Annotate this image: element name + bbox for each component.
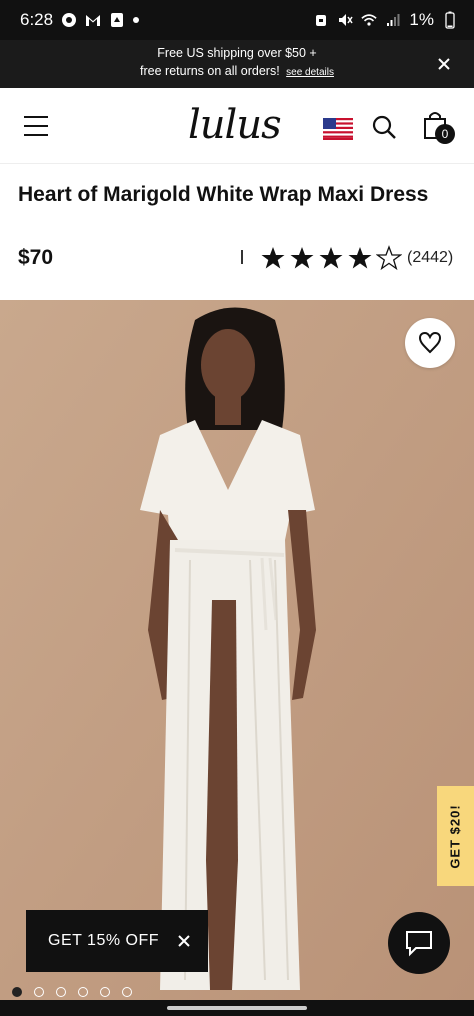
system-nav-bar xyxy=(0,1000,474,1016)
signal-icon xyxy=(385,12,401,28)
more-notifications-dot-icon xyxy=(133,17,140,23)
star-filled-icon xyxy=(290,247,314,269)
chrome-icon xyxy=(61,12,77,28)
promo-line-1: Free US shipping over $50 + xyxy=(157,46,317,60)
battery-percent: 1% xyxy=(409,10,434,29)
carousel-dots xyxy=(12,987,132,997)
wifi-icon xyxy=(361,12,378,28)
star-empty-icon xyxy=(376,245,402,271)
promo-banner: Free US shipping over $50 + free returns… xyxy=(0,40,474,88)
carousel-dot[interactable] xyxy=(78,987,88,997)
search-button[interactable] xyxy=(371,114,397,140)
home-handle[interactable] xyxy=(167,1006,307,1010)
carousel-dot[interactable] xyxy=(100,987,110,997)
menu-icon-line xyxy=(24,125,48,127)
product-image[interactable] xyxy=(0,300,474,1000)
chat-button[interactable] xyxy=(388,912,450,974)
wishlist-button[interactable] xyxy=(405,318,455,368)
heart-icon xyxy=(418,331,442,354)
alarm-icon xyxy=(313,12,329,28)
bag-count-badge: 0 xyxy=(435,124,455,144)
us-flag-icon[interactable] xyxy=(323,118,353,140)
price-rating-divider xyxy=(241,250,243,264)
rating-stars[interactable] xyxy=(260,245,402,271)
discount-popup-button[interactable]: GET 15% OFF xyxy=(26,910,208,972)
side-tab-label: GET $20! xyxy=(448,803,464,869)
carousel-dot[interactable] xyxy=(12,987,22,997)
menu-icon xyxy=(24,116,48,118)
get-20-side-tab[interactable]: GET $20! xyxy=(437,786,474,886)
carousel-dot[interactable] xyxy=(56,987,66,997)
battery-icon xyxy=(442,11,458,29)
product-price: $70 xyxy=(18,246,54,269)
close-icon xyxy=(438,58,450,70)
discount-label: GET 15% OFF xyxy=(48,932,160,949)
status-time: 6:28 xyxy=(20,10,54,29)
model-photo xyxy=(0,300,474,1000)
promo-line-2-text: free returns on all orders! xyxy=(140,64,280,78)
product-title: Heart of Marigold White Wrap Maxi Dress xyxy=(18,183,429,206)
search-icon xyxy=(372,115,396,139)
menu-button[interactable] xyxy=(24,116,48,136)
review-count[interactable]: (2442) xyxy=(407,249,453,267)
lulus-logo[interactable]: lulus xyxy=(188,102,288,148)
mute-icon xyxy=(337,12,354,28)
status-bar: 6:28 1% xyxy=(0,0,474,40)
close-discount-icon[interactable] xyxy=(174,931,194,951)
status-left: 6:28 xyxy=(20,10,140,30)
menu-icon-line xyxy=(24,134,48,136)
carousel-dot[interactable] xyxy=(34,987,44,997)
star-filled-icon xyxy=(348,247,372,269)
carousel-dot[interactable] xyxy=(122,987,132,997)
star-filled-icon xyxy=(319,247,343,269)
promo-line-2: free returns on all orders! see details xyxy=(0,62,474,82)
status-right: 1% xyxy=(313,10,458,30)
star-filled-icon xyxy=(261,247,285,269)
notification-app-icon xyxy=(109,12,125,28)
chat-icon xyxy=(406,931,432,957)
close-banner-button[interactable] xyxy=(432,52,456,76)
site-header: lulus xyxy=(0,88,474,164)
see-details-link[interactable]: see details xyxy=(286,67,334,78)
gmail-icon xyxy=(85,12,101,28)
